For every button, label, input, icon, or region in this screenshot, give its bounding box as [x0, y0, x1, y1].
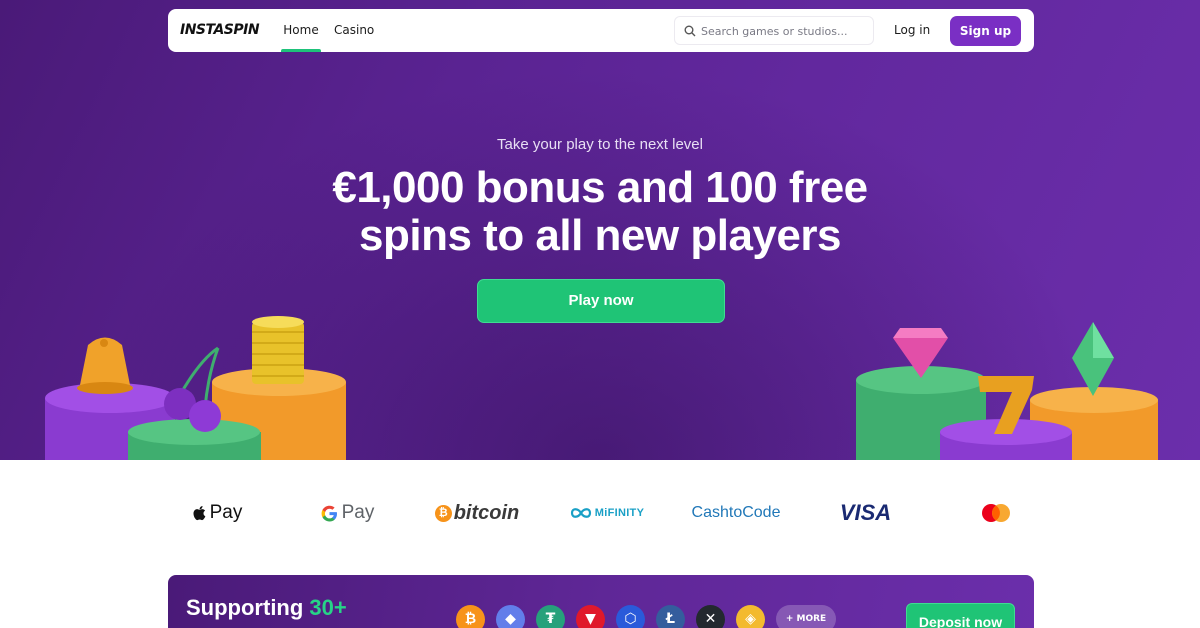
login-button[interactable]: Log in: [894, 9, 930, 52]
top-nav: INSTASPIN Home Casino Log in Sign up: [168, 9, 1034, 52]
crypto-banner: Supporting 30+ ₿ ◆ ₮ ▼ ⬡ Ł ✕ ◈ + MORE De…: [168, 575, 1034, 628]
green-gem-icon: [1072, 322, 1114, 396]
crypto-title-highlight: 30+: [309, 595, 347, 620]
more-cryptos-button[interactable]: + MORE: [776, 605, 836, 628]
ethereum-icon: ◆: [496, 605, 525, 628]
xrp-icon: ✕: [696, 605, 725, 628]
crypto-title-prefix: Supporting: [186, 595, 310, 620]
signup-button[interactable]: Sign up: [950, 16, 1021, 46]
headline-line-1: €1,000 bonus and 100 free: [332, 163, 868, 212]
bell-icon: [77, 337, 133, 394]
google-pay-label: Pay: [341, 502, 375, 523]
payment-methods: Pay Pay ₿ bitcoin MiFINITY CashtoCode VI…: [0, 460, 1200, 575]
google-pay-logo: Pay: [315, 498, 380, 528]
mifinity-label: MiFINITY: [594, 507, 645, 519]
bitcoin-icon: ₿: [434, 504, 452, 522]
apple-pay-label: Pay: [209, 502, 243, 523]
nav-casino-link[interactable]: Casino: [334, 9, 374, 52]
mifinity-infinity-icon: [570, 508, 591, 518]
hero-tagline: Take your play to the next level: [497, 136, 703, 153]
tron-icon: ▼: [576, 605, 605, 628]
mifinity-logo: MiFINITY: [562, 498, 652, 528]
cashtocode-label: CashtoCode: [691, 504, 781, 521]
visa-logo: VISA: [833, 498, 898, 528]
crypto-title: Supporting 30+: [186, 595, 347, 621]
deposit-now-button[interactable]: Deposit now: [906, 603, 1015, 628]
apple-icon: [193, 506, 205, 521]
bnb-icon: ◈: [736, 605, 765, 628]
search-box[interactable]: [674, 16, 874, 45]
mastercard-icon: [982, 504, 1010, 522]
bitcoin-logo: ₿ bitcoin: [432, 498, 522, 528]
mastercard-logo: [978, 498, 1014, 528]
cashtocode-logo: CashtoCode: [690, 498, 782, 528]
nav-home-link[interactable]: Home: [281, 9, 321, 52]
google-g-icon: [321, 505, 337, 521]
headline-line-2: spins to all new players: [359, 211, 841, 260]
search-icon: [684, 25, 696, 37]
apple-pay-logo: Pay: [185, 498, 250, 528]
play-now-button[interactable]: Play now: [477, 279, 725, 323]
search-input[interactable]: [701, 21, 869, 41]
bitcoin-label: bitcoin: [453, 502, 520, 524]
coin-stack-icon: [252, 316, 304, 384]
visa-label: VISA: [839, 500, 892, 525]
hero-headline: €1,000 bonus and 100 free spins to all n…: [250, 164, 950, 260]
hero-banner: INSTASPIN Home Casino Log in Sign up Tak…: [0, 0, 1200, 460]
bitcoin-icon: ₿: [456, 605, 485, 628]
litecoin-icon: Ł: [656, 605, 685, 628]
chainlink-icon: ⬡: [616, 605, 645, 628]
tether-icon: ₮: [536, 605, 565, 628]
logo[interactable]: INSTASPIN: [180, 22, 260, 40]
